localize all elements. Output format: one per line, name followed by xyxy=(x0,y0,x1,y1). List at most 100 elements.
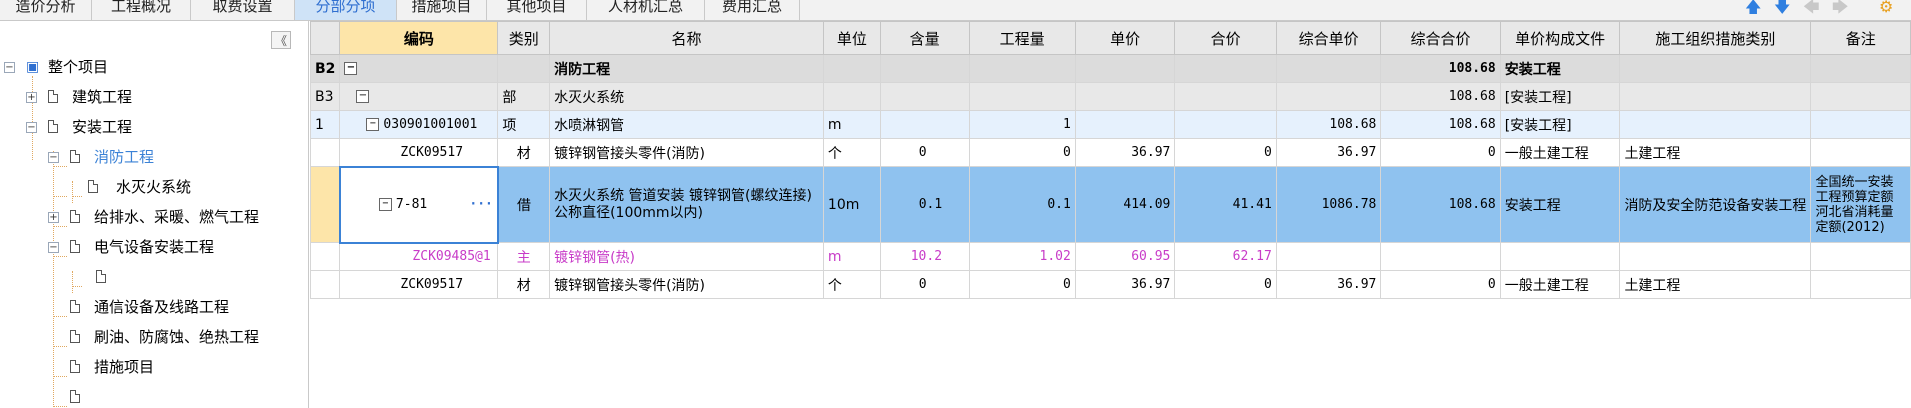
file-cell[interactable]: [安装工程] xyxy=(1499,82,1621,111)
measure-cell[interactable] xyxy=(1619,242,1812,271)
code-cell[interactable]: ZCK09517 xyxy=(339,138,499,167)
type-cell[interactable]: 材 xyxy=(497,138,551,167)
total-cell[interactable]: 41.41 xyxy=(1174,166,1277,243)
collapse-toggle[interactable]: − xyxy=(26,122,37,133)
name-cell[interactable]: 镀锌钢管接头零件(消防) xyxy=(549,138,824,167)
price-cell[interactable] xyxy=(1074,82,1176,111)
collapse-toggle[interactable]: − xyxy=(48,242,59,253)
measure-cell[interactable] xyxy=(1619,110,1812,139)
price-cell[interactable]: 36.97 xyxy=(1074,138,1176,167)
content-cell[interactable] xyxy=(879,82,970,111)
note-cell[interactable] xyxy=(1810,270,1911,299)
table-row[interactable]: ZCK09517 材 镀锌钢管接头零件(消防) 个 0 0 36.97 0 36… xyxy=(309,270,1911,299)
comp-total-cell[interactable] xyxy=(1380,242,1501,271)
total-cell[interactable]: 0 xyxy=(1174,138,1277,167)
measure-cell[interactable]: 土建工程 xyxy=(1619,138,1812,167)
comp-unit-cell[interactable]: 36.97 xyxy=(1275,270,1382,299)
settings-icon[interactable]: ⚙ xyxy=(1879,0,1893,15)
content-cell[interactable]: 0 xyxy=(879,138,970,167)
file-cell[interactable]: 一般土建工程 xyxy=(1499,270,1621,299)
tab-labor-material-summary[interactable]: 人材机汇总 xyxy=(587,0,705,20)
col-header-comprehensive-unit-price[interactable]: 综合单价 xyxy=(1275,21,1382,55)
comp-unit-cell[interactable]: 36.97 xyxy=(1275,138,1382,167)
col-header-name[interactable]: 名称 xyxy=(549,21,824,55)
quantity-cell[interactable]: 1 xyxy=(968,110,1076,139)
expand-toggle[interactable]: + xyxy=(48,212,59,223)
col-header-content[interactable]: 含量 xyxy=(879,21,970,55)
note-cell[interactable]: 全国统一安装工程预算定额河北省消耗量定额(2012) xyxy=(1810,166,1911,243)
col-header-code[interactable]: 编码 xyxy=(339,21,499,55)
code-cell[interactable]: − xyxy=(339,54,499,83)
arrow-right-icon[interactable]: 🡆 xyxy=(1832,0,1849,15)
type-cell[interactable] xyxy=(497,54,551,83)
unit-cell[interactable] xyxy=(822,82,881,111)
measure-cell[interactable] xyxy=(1619,54,1812,83)
total-cell[interactable] xyxy=(1174,110,1277,139)
comp-total-cell[interactable]: 108.68 xyxy=(1380,82,1501,111)
quantity-cell[interactable] xyxy=(968,54,1076,83)
comp-total-cell[interactable]: 108.68 xyxy=(1380,110,1501,139)
code-cell[interactable]: −030901001001 xyxy=(339,110,499,139)
collapse-toggle[interactable]: − xyxy=(344,62,358,75)
quantity-cell[interactable] xyxy=(968,82,1076,111)
file-cell[interactable]: [安装工程] xyxy=(1499,110,1621,139)
comp-total-cell[interactable]: 108.68 xyxy=(1380,54,1501,83)
name-cell[interactable]: 水喷淋钢管 xyxy=(549,110,824,139)
unit-cell[interactable]: 10m xyxy=(822,166,881,243)
col-header-type[interactable]: 类别 xyxy=(497,21,551,55)
note-cell[interactable] xyxy=(1810,110,1911,139)
col-header-unit[interactable]: 单位 xyxy=(822,21,881,55)
table-row-selected[interactable]: −7-81 ··· 借 水灭火系统 管道安装 镀锌钢管(螺纹连接) 公称直径(10… xyxy=(309,165,1911,244)
type-cell[interactable]: 借 xyxy=(497,166,551,243)
type-cell[interactable]: 部 xyxy=(497,82,551,111)
comp-unit-cell[interactable] xyxy=(1275,54,1382,83)
tab-project-overview[interactable]: 工程概况 xyxy=(92,0,191,20)
note-cell[interactable] xyxy=(1810,54,1911,83)
file-cell[interactable] xyxy=(1499,242,1621,271)
comp-total-cell[interactable]: 0 xyxy=(1380,138,1501,167)
collapse-toggle[interactable]: − xyxy=(4,62,15,73)
total-cell[interactable]: 0 xyxy=(1174,270,1277,299)
col-header-total-price[interactable]: 合价 xyxy=(1174,21,1277,55)
collapse-toggle[interactable]: − xyxy=(366,118,380,131)
quantity-cell[interactable]: 1.02 xyxy=(968,242,1076,271)
name-cell[interactable]: 镀锌钢管接头零件(消防) xyxy=(549,270,824,299)
total-cell[interactable] xyxy=(1174,82,1277,111)
code-cell[interactable]: ZCK09517 xyxy=(339,270,499,299)
quantity-cell[interactable]: 0 xyxy=(968,270,1076,299)
more-options-button[interactable]: ··· xyxy=(469,197,492,212)
measure-cell[interactable]: 消防及安全防范设备安装工程 xyxy=(1619,166,1812,243)
content-cell[interactable] xyxy=(879,110,970,139)
comp-unit-cell[interactable]: 1086.78 xyxy=(1275,166,1382,243)
unit-cell[interactable]: 个 xyxy=(822,138,881,167)
code-cell[interactable]: −7-81 ··· xyxy=(338,165,499,244)
type-cell[interactable]: 材 xyxy=(497,270,551,299)
unit-cell[interactable]: m xyxy=(822,110,881,139)
content-cell[interactable]: 10.2 xyxy=(879,242,970,271)
table-row[interactable]: ZCK09485@1 主 镀锌钢管(热) m 10.2 1.02 60.95 6… xyxy=(309,242,1911,271)
comp-total-cell[interactable]: 108.68 xyxy=(1380,166,1501,243)
collapse-toggle[interactable]: − xyxy=(48,152,59,163)
comp-unit-cell[interactable] xyxy=(1275,242,1382,271)
comp-total-cell[interactable]: 0 xyxy=(1380,270,1501,299)
col-header-notes[interactable]: 备注 xyxy=(1810,21,1911,55)
price-cell[interactable]: 60.95 xyxy=(1074,242,1176,271)
table-row[interactable]: ZCK09517 材 镀锌钢管接头零件(消防) 个 0 0 36.97 0 36… xyxy=(309,138,1911,167)
content-cell[interactable]: 0 xyxy=(879,270,970,299)
code-cell[interactable]: ZCK09485@1 xyxy=(339,242,499,271)
tab-fee-summary[interactable]: 费用汇总 xyxy=(705,0,800,20)
tab-cost-analysis[interactable]: 造价分析 xyxy=(0,0,92,20)
tab-sub-items[interactable]: 分部分项 xyxy=(295,0,397,20)
tab-measures[interactable]: 措施项目 xyxy=(397,0,487,20)
unit-cell[interactable]: m xyxy=(822,242,881,271)
arrow-down-icon[interactable]: 🡇 xyxy=(1774,0,1790,15)
price-cell[interactable]: 36.97 xyxy=(1074,270,1176,299)
collapse-toggle[interactable]: − xyxy=(356,90,370,103)
file-cell[interactable]: 安装工程 xyxy=(1499,166,1621,243)
name-cell[interactable]: 消防工程 xyxy=(549,54,824,83)
collapse-panel-button[interactable]: 《 xyxy=(271,31,291,49)
arrow-up-icon[interactable]: 🡅 xyxy=(1745,0,1761,15)
total-cell[interactable]: 62.17 xyxy=(1174,242,1277,271)
col-header-comprehensive-total[interactable]: 综合合价 xyxy=(1380,21,1501,55)
expand-toggle[interactable]: + xyxy=(26,92,37,103)
